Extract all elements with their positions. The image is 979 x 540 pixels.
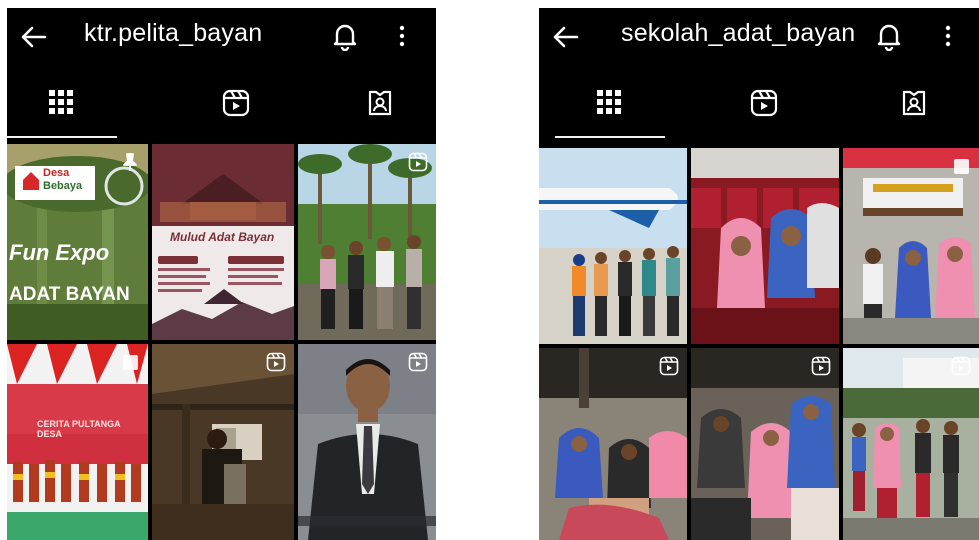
- grid-icon: [597, 90, 621, 114]
- profile-username: ktr.pelita_bayan: [84, 19, 263, 47]
- post-thumbnail[interactable]: Desa Bebaya Fun Expo ADAT BAYAN: [7, 144, 148, 340]
- post-thumbnail[interactable]: [539, 148, 687, 344]
- post-thumbnail[interactable]: Mulud Adat Bayan: [152, 144, 294, 340]
- post-thumbnail[interactable]: [691, 348, 839, 540]
- back-arrow-icon[interactable]: [19, 22, 49, 52]
- tab-reels[interactable]: [181, 86, 291, 138]
- post-image: [539, 348, 687, 540]
- post-logo-line2: Bebaya: [43, 180, 83, 192]
- reel-icon: [951, 356, 971, 376]
- reel-icon: [408, 152, 428, 172]
- post-thumbnail[interactable]: [298, 144, 436, 340]
- reels-icon: [750, 89, 778, 117]
- post-thumbnail[interactable]: CERITA PULTANGA DESA: [7, 344, 148, 540]
- tab-tagged[interactable]: [859, 86, 969, 138]
- tagged-icon: [902, 90, 926, 116]
- post-thumbnail[interactable]: [691, 148, 839, 344]
- top-bar: sekolah_adat_bayan: [539, 8, 979, 66]
- post-thumbnail[interactable]: [152, 344, 294, 540]
- profile-username: sekolah_adat_bayan: [621, 19, 856, 47]
- post-logo-line1: Desa: [43, 167, 70, 179]
- post-subtitle: ADAT BAYAN: [9, 284, 130, 305]
- posts-grid: Desa Bebaya Fun Expo ADAT BAYAN Mulud Ad…: [7, 144, 436, 540]
- reel-icon: [659, 356, 679, 376]
- more-vert-icon[interactable]: [397, 21, 407, 51]
- more-vert-icon[interactable]: [943, 21, 953, 51]
- tagged-icon: [368, 90, 392, 116]
- tab-tagged[interactable]: [325, 86, 435, 138]
- post-thumbnail[interactable]: [298, 344, 436, 540]
- active-tab-indicator: [555, 136, 665, 138]
- bell-icon[interactable]: [331, 21, 359, 51]
- post-image: [539, 148, 687, 344]
- tab-grid[interactable]: [7, 86, 117, 138]
- reel-icon: [811, 356, 831, 376]
- post-thumbnail[interactable]: [843, 348, 979, 540]
- multi-photo-icon: [123, 355, 138, 370]
- post-thumbnail[interactable]: [539, 348, 687, 540]
- post-image: [298, 144, 436, 340]
- back-arrow-icon[interactable]: [551, 22, 581, 52]
- profile-tabs: [7, 86, 436, 138]
- post-image: [298, 344, 436, 540]
- post-image: [843, 148, 979, 344]
- post-image: [152, 344, 294, 540]
- reels-icon: [222, 89, 250, 117]
- reel-icon: [408, 352, 428, 372]
- reel-icon: [266, 352, 286, 372]
- post-image: [691, 348, 839, 540]
- grid-icon: [49, 90, 73, 114]
- top-bar: ktr.pelita_bayan: [7, 8, 436, 66]
- bell-icon[interactable]: [875, 21, 903, 51]
- posts-grid: [539, 144, 979, 540]
- post-title: Mulud Adat Bayan: [170, 230, 275, 244]
- tab-grid[interactable]: [555, 86, 665, 138]
- tab-reels[interactable]: [709, 86, 819, 138]
- profile-tabs: [539, 86, 979, 138]
- post-image: [7, 344, 148, 540]
- post-image: [843, 348, 979, 540]
- multi-photo-icon: [954, 159, 969, 174]
- profile-screen-left: ktr.pelita_bayan Desa Bebaya Fun Expo AD…: [7, 8, 436, 540]
- post-image: [691, 148, 839, 344]
- post-thumbnail[interactable]: [843, 148, 979, 344]
- post-title: Fun Expo: [9, 240, 110, 265]
- profile-screen-right: sekolah_adat_bayan: [539, 8, 979, 540]
- active-tab-indicator: [7, 136, 117, 138]
- pin-icon: [123, 153, 137, 171]
- post-caption: CERITA PULTANGA DESA: [37, 419, 121, 439]
